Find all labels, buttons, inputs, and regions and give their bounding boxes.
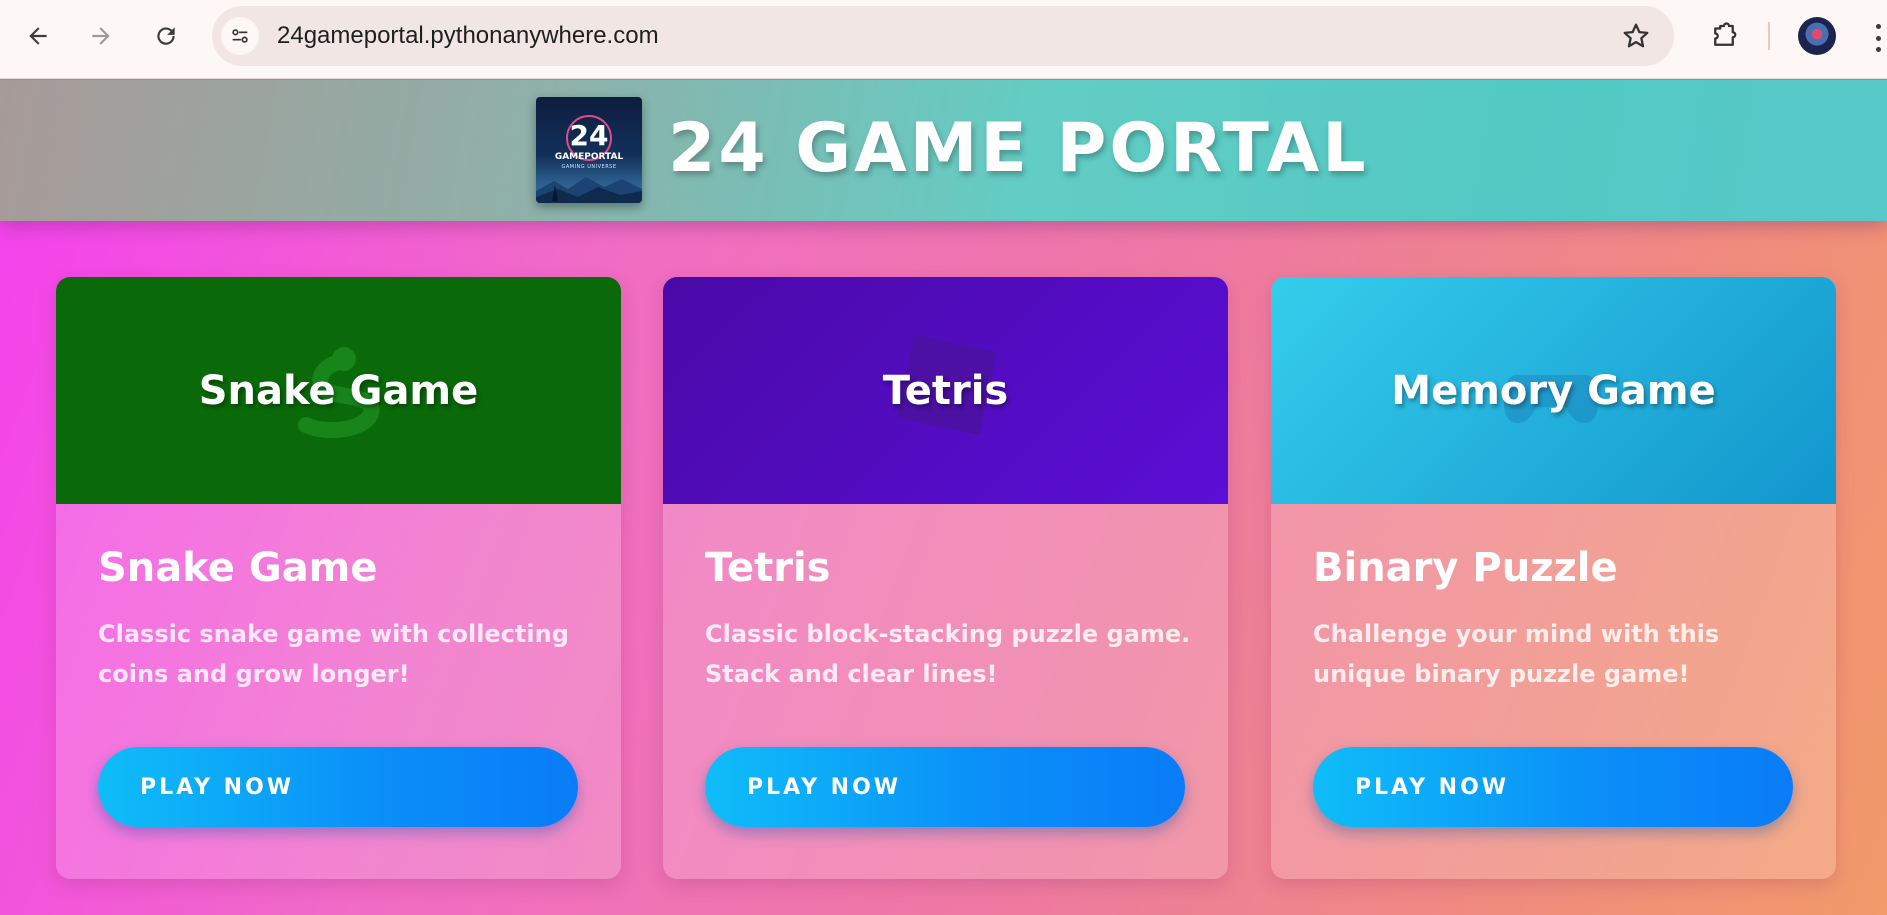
- game-card-tetris: Tetris Tetris Classic block-stacking puz…: [663, 277, 1228, 879]
- reload-icon: [157, 27, 175, 45]
- forward-arrow-icon: [92, 27, 110, 45]
- game-card-memory: Memory Game Binary Puzzle Challenge your…: [1271, 277, 1836, 879]
- card-banner[interactable]: Memory Game: [1271, 277, 1836, 504]
- browser-toolbar: 24gameportal.pythonanywhere.com: [0, 0, 1887, 79]
- play-now-button[interactable]: PLAY NOW: [705, 747, 1185, 827]
- reload-button[interactable]: [146, 16, 186, 56]
- game-card-snake: Snake Game Snake Game Classic snake game…: [56, 277, 621, 879]
- back-arrow-icon: [29, 27, 47, 45]
- play-now-label: PLAY NOW: [1355, 774, 1510, 800]
- banner-title: Snake Game: [198, 367, 479, 414]
- card-banner[interactable]: Tetris: [663, 277, 1228, 504]
- card-title: Tetris: [705, 545, 831, 591]
- bookmark-star-icon[interactable]: [1620, 20, 1652, 52]
- site-title: 24 GAME PORTAL: [668, 109, 1369, 188]
- extensions-button[interactable]: [1704, 16, 1744, 56]
- card-description: Classic block-stacking puzzle game. Stac…: [705, 620, 1191, 688]
- page-body: 24 GAMEPORTAL GAMING UNIVERSE 24 GAME PO…: [0, 80, 1887, 915]
- url-text[interactable]: 24gameportal.pythonanywhere.com: [277, 6, 659, 66]
- card-description: Classic snake game with collecting coins…: [98, 620, 569, 688]
- more-menu-icon[interactable]: [1872, 24, 1884, 52]
- card-title: Binary Puzzle: [1313, 545, 1618, 591]
- logo-tagline: GAMING UNIVERSE: [561, 164, 617, 170]
- banner-title: Tetris: [882, 367, 1009, 414]
- logo-mountains-icon: [536, 177, 642, 203]
- back-button[interactable]: [18, 16, 58, 56]
- play-now-label: PLAY NOW: [140, 774, 295, 800]
- logo-word: GAMEPORTAL: [554, 152, 624, 162]
- play-now-label: PLAY NOW: [747, 774, 902, 800]
- forward-button[interactable]: [81, 16, 121, 56]
- profile-avatar[interactable]: [1798, 17, 1836, 55]
- card-title: Snake Game: [98, 545, 378, 591]
- site-info-button[interactable]: [221, 17, 259, 55]
- card-description: Challenge your mind with this unique bin…: [1313, 620, 1720, 688]
- address-bar[interactable]: 24gameportal.pythonanywhere.com: [212, 6, 1674, 66]
- card-banner[interactable]: Snake Game: [56, 277, 621, 504]
- extensions-icon: [1714, 22, 1737, 46]
- site-info-icon: [232, 29, 248, 43]
- site-header: 24 GAMEPORTAL GAMING UNIVERSE 24 GAME PO…: [0, 80, 1887, 221]
- play-now-button[interactable]: PLAY NOW: [98, 747, 578, 827]
- play-now-button[interactable]: PLAY NOW: [1313, 747, 1793, 827]
- logo-number: 24: [569, 119, 609, 152]
- toolbar-divider: [1768, 22, 1770, 50]
- site-logo[interactable]: 24 GAMEPORTAL GAMING UNIVERSE: [536, 97, 642, 203]
- banner-title: Memory Game: [1391, 367, 1716, 414]
